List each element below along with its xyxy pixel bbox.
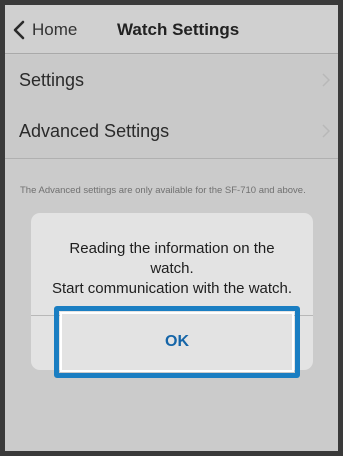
back-button[interactable]: Home xyxy=(13,18,77,42)
ok-button-face[interactable]: OK xyxy=(60,312,294,372)
advanced-settings-row-label: Advanced Settings xyxy=(19,121,170,141)
app-screen: Home Watch Settings Settings Advanced Se… xyxy=(5,5,338,451)
settings-row-label: Settings xyxy=(19,70,85,90)
navigation-bar: Home Watch Settings xyxy=(5,5,338,54)
dialog-message-line-1: Reading the information on the xyxy=(69,240,275,257)
advanced-settings-row[interactable]: Advanced Settings xyxy=(5,106,338,158)
ok-button[interactable]: OK xyxy=(54,306,300,378)
settings-row[interactable]: Settings xyxy=(5,55,338,107)
dialog-message-line-3: Start communication with the watch. xyxy=(51,280,293,297)
advanced-settings-note: The Advanced settings are only available… xyxy=(20,185,306,196)
section-divider xyxy=(5,158,338,159)
chevron-left-icon xyxy=(13,20,25,40)
dialog-message: Reading the information on the watch. St… xyxy=(31,239,313,299)
dialog-message-line-2: watch. xyxy=(150,260,194,277)
chevron-right-icon xyxy=(322,73,330,87)
back-label: Home xyxy=(32,20,78,39)
ok-button-label: OK xyxy=(165,333,189,350)
page-title: Watch Settings xyxy=(117,20,240,39)
chevron-right-icon xyxy=(322,124,330,138)
